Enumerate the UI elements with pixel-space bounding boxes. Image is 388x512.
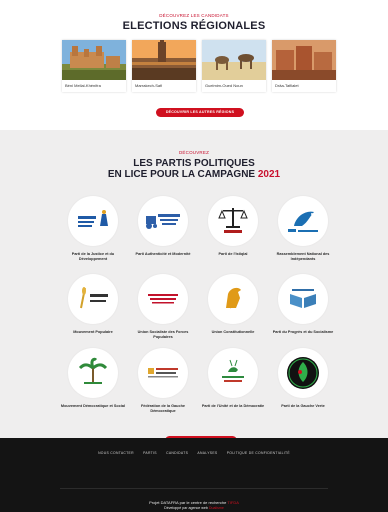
wheat-logo-icon — [68, 274, 118, 324]
gazelle-logo-icon — [208, 348, 258, 398]
parties-title-line1: LES PARTIS POLITIQUES — [133, 158, 255, 169]
campaign-year: 2021 — [257, 169, 281, 180]
region-image-beni-mellal — [62, 40, 126, 80]
footer-developer-link[interactable]: Dualisme — [209, 506, 224, 510]
party-item-pam[interactable]: Parti Authenticité et Modernité — [128, 196, 198, 257]
lamp-logo-icon — [68, 196, 118, 246]
parties-title: LES PARTIS POLITIQUES EN LICE POUR LA CA… — [0, 158, 388, 180]
green-left-logo-icon — [278, 348, 328, 398]
party-item-pjd[interactable]: Parti de la Justice et du Développement — [58, 196, 128, 261]
palm-logo-icon — [68, 348, 118, 398]
party-item-pud[interactable]: Parti de l'Unité et de la Démocratie — [198, 348, 268, 409]
footer-developer-text: Développé par agence web — [164, 506, 208, 510]
footer-credit-text: Projet DATAFRA par le centre de recherch… — [149, 500, 227, 505]
tractor-logo-icon — [138, 196, 188, 246]
party-item-pps[interactable]: Parti du Progrès et du Socialisme — [268, 274, 338, 335]
footer-link-parties[interactable]: PARTIS — [143, 451, 157, 455]
footer-link-candidates[interactable]: CANDIDATS — [166, 451, 188, 455]
region-name: Guelmim-Oued Noun — [205, 83, 243, 88]
parties-eyebrow: DÉCOUVREZ — [178, 150, 210, 155]
footer-nav: NOUS CONTACTER PARTIS CANDIDATS ANALYSES… — [0, 451, 388, 455]
party-name: Rassemblement National des Indépendants — [276, 252, 330, 261]
party-name: Parti de la Gauche Verte — [281, 404, 325, 408]
party-item-rni[interactable]: Rassemblement National des Indépendants — [268, 196, 338, 261]
party-name: Parti de la Justice et du Développement — [71, 252, 115, 261]
region-image-marrakech — [132, 40, 196, 80]
footer-link-analyses[interactable]: ANALYSES — [197, 451, 217, 455]
scales-logo-icon — [208, 196, 258, 246]
party-item-istiqlal[interactable]: Parti de l'Istiqlal — [198, 196, 268, 257]
region-card-beni-mellal[interactable]: Béni Mellal-Khénifra — [62, 40, 126, 92]
region-name: Drâa-Tafilalet — [275, 83, 299, 88]
party-name: Parti du Progrès et du Socialisme — [272, 330, 334, 334]
region-image-draa — [272, 40, 336, 80]
party-item-mp[interactable]: Mouvement Populaire — [58, 274, 128, 335]
regions-section: DÉCOUVREZ LES CANDIDATS ELECTIONS RÉGION… — [0, 0, 388, 130]
region-name: Marrakech-Safi — [135, 83, 163, 88]
regions-title: ELECTIONS RÉGIONALES — [122, 20, 266, 32]
footer-link-contact[interactable]: NOUS CONTACTER — [98, 451, 134, 455]
footer-divider — [60, 488, 328, 489]
region-card-draa[interactable]: Drâa-Tafilalet — [272, 40, 336, 92]
dove-logo-icon — [278, 196, 328, 246]
region-card-marrakech[interactable]: Marrakech-Safi — [132, 40, 196, 92]
region-image-guelmim — [202, 40, 266, 80]
footer-link-privacy[interactable]: POLITIQUE DE CONFIDENTIALITÉ — [227, 451, 290, 455]
fgd-logo-icon — [138, 348, 188, 398]
parties-section: DÉCOUVREZ LES PARTIS POLITIQUES EN LICE … — [0, 130, 388, 445]
book-logo-icon — [278, 274, 328, 324]
regions-eyebrow: DÉCOUVREZ LES CANDIDATS — [159, 13, 229, 18]
party-name: Parti de l'Istiqlal — [218, 252, 248, 256]
region-card-guelmim[interactable]: Guelmim-Oued Noun — [202, 40, 266, 92]
footer-developer: Développé par agence web Dualisme — [0, 506, 388, 510]
parties-title-line2: EN LICE POUR LA CAMPAGNE — [107, 169, 256, 180]
party-name: Parti de l'Unité et de la Démocratie — [201, 404, 265, 408]
footer-credit-link[interactable]: TIFDA — [227, 500, 239, 505]
discover-regions-button[interactable]: DÉCOUVRIR LES AUTRES RÉGIONS — [156, 108, 244, 117]
horse-logo-icon — [208, 274, 258, 324]
party-name: Fédération de la Gauche Démocratique — [140, 404, 186, 413]
party-item-mds[interactable]: Mouvement Démocratique et Social — [58, 348, 128, 409]
party-item-usfp[interactable]: Union Socialiste des Forces Populaires — [128, 274, 198, 339]
rose-logo-icon — [138, 274, 188, 324]
region-name: Béni Mellal-Khénifra — [65, 83, 101, 88]
footer: NOUS CONTACTER PARTIS CANDIDATS ANALYSES… — [0, 438, 388, 512]
party-name: Parti Authenticité et Modernité — [135, 252, 191, 256]
party-name: Union Socialiste des Forces Populaires — [137, 330, 189, 339]
party-name: Union Constitutionnelle — [211, 330, 255, 334]
party-item-uc[interactable]: Union Constitutionnelle — [198, 274, 268, 335]
party-item-pgv[interactable]: Parti de la Gauche Verte — [268, 348, 338, 409]
region-cards: Béni Mellal-Khénifra Marrakech-Safi Guel… — [62, 40, 338, 92]
footer-credit: Projet DATAFRA par le centre de recherch… — [0, 500, 388, 505]
party-name: Mouvement Démocratique et Social — [60, 404, 126, 408]
party-item-fgd[interactable]: Fédération de la Gauche Démocratique — [128, 348, 198, 413]
party-name: Mouvement Populaire — [73, 330, 113, 334]
